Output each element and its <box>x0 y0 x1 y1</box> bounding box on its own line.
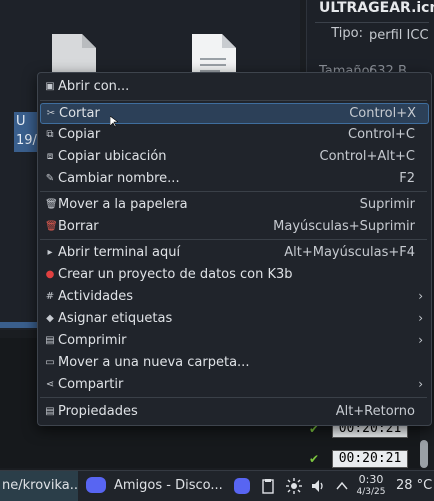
menu-item-cut[interactable]: ✂ Cortar Control+X <box>40 103 429 124</box>
open-with-icon: ▣ <box>45 81 55 92</box>
chevron-right-icon: › <box>418 377 423 391</box>
menu-separator <box>40 397 427 398</box>
properties-icon: ▤ <box>45 406 55 417</box>
clock[interactable]: 0:30 4/3/25 <box>354 473 388 498</box>
weather-temperature[interactable]: 28 °C <box>396 471 432 501</box>
rename-icon: ✎ <box>45 173 55 184</box>
share-icon: ⋖ <box>45 379 55 390</box>
chevron-up-icon[interactable] <box>334 478 350 494</box>
terminal-icon: ▸ <box>47 247 53 258</box>
mouse-cursor-icon <box>110 116 118 128</box>
menu-item-shortcut: Control+Alt+C <box>319 149 415 164</box>
menu-item-label: Borrar <box>58 219 99 234</box>
menu-item-compress[interactable]: ▤ Comprimir › <box>40 330 427 351</box>
task-terminal[interactable]: ne/krovika... <box>0 471 78 501</box>
task-terminal-label: ne/krovika... <box>2 478 78 493</box>
menu-item-share[interactable]: ⋖ Compartir › <box>40 374 427 395</box>
chevron-right-icon: › <box>418 289 423 303</box>
info-type-value: perfil ICC <box>369 28 429 43</box>
menu-item-open-terminal[interactable]: ▸ Abrir terminal aquí Alt+Mayúsculas+F4 <box>40 242 427 263</box>
menu-item-label: Crear un proyecto de datos con K3b <box>58 267 293 282</box>
chevron-right-icon: › <box>418 333 423 347</box>
info-divider <box>315 22 429 23</box>
menu-item-label: Abrir con... <box>58 79 130 94</box>
menu-item-k3b-project[interactable]: ● Crear un proyecto de datos con K3b <box>40 264 427 285</box>
menu-item-rename[interactable]: ✎ Cambiar nombre... F2 <box>40 168 427 189</box>
menu-item-copy-location[interactable]: ⧈ Copiar ubicación Control+Alt+C <box>40 146 427 167</box>
cut-icon: ✂ <box>46 108 56 119</box>
info-type-label: Tipo: <box>331 26 363 41</box>
info-file-title: ULTRAGEAR.icm <box>319 0 434 16</box>
taskbar: ne/krovika... Amigos - Disco... 0:30 4/3… <box>0 470 434 501</box>
menu-item-shortcut: Alt+Retorno <box>335 404 415 419</box>
discord-icon <box>86 476 106 493</box>
clock-time: 0:30 <box>358 473 384 486</box>
menu-item-properties[interactable]: ▤ Propiedades Alt+Retorno <box>40 401 427 422</box>
trash-icon: 🗑 <box>45 199 58 210</box>
menu-item-shortcut: Suprimir <box>359 197 415 212</box>
delete-icon: 🗑 <box>45 221 58 232</box>
folder-move-icon: ▭ <box>45 357 55 368</box>
menu-separator <box>40 100 427 101</box>
activities-icon: # <box>45 291 55 302</box>
compress-icon: ▤ <box>45 335 55 346</box>
menu-item-move-to-new-folder[interactable]: ▭ Mover a una nueva carpeta... <box>40 352 427 373</box>
menu-item-label: Mover a la papelera <box>58 197 188 212</box>
menu-item-label: Comprimir <box>58 333 127 348</box>
tag-icon: ◆ <box>46 313 54 324</box>
menu-item-copy[interactable]: ⧉ Copiar Control+C <box>40 124 427 145</box>
time-box: 00:20:21 <box>332 450 408 468</box>
menu-item-open-with[interactable]: ▣ Abrir con... <box>40 76 427 97</box>
task-discord[interactable]: Amigos - Disco... <box>86 471 223 501</box>
menu-separator <box>40 239 427 240</box>
chevron-right-icon: › <box>418 311 423 325</box>
brightness-icon[interactable] <box>286 478 302 494</box>
clock-date: 4/3/25 <box>356 487 386 497</box>
menu-item-shortcut: Mayúsculas+Suprimir <box>273 219 415 234</box>
menu-item-assign-tags[interactable]: ◆ Asignar etiquetas › <box>40 308 427 329</box>
menu-item-label: Cambiar nombre... <box>58 171 180 186</box>
k3b-icon: ● <box>45 269 55 280</box>
menu-item-delete[interactable]: 🗑 Borrar Mayúsculas+Suprimir <box>40 216 427 237</box>
menu-item-shortcut: Control+C <box>348 127 415 142</box>
menu-item-shortcut: F2 <box>399 171 415 186</box>
task-discord-label: Amigos - Disco... <box>114 478 223 493</box>
menu-item-shortcut: Alt+Mayúsculas+F4 <box>284 245 415 260</box>
copy-location-icon: ⧈ <box>46 151 54 162</box>
volume-icon[interactable] <box>310 478 326 494</box>
menu-item-label: Actividades <box>58 289 134 304</box>
menu-item-label: Copiar <box>58 127 101 142</box>
menu-item-label: Cortar <box>59 106 100 121</box>
menu-item-move-to-trash[interactable]: 🗑 Mover a la papelera Suprimir <box>40 194 427 215</box>
menu-item-label: Mover a una nueva carpeta... <box>58 355 250 370</box>
menu-item-shortcut: Control+X <box>349 106 416 121</box>
menu-item-label: Propiedades <box>58 404 138 419</box>
clipboard-icon[interactable] <box>260 478 276 494</box>
menu-item-label: Compartir <box>58 377 124 392</box>
menu-separator <box>40 191 427 192</box>
menu-item-activities[interactable]: # Actividades › <box>40 286 427 307</box>
check-icon: ✔ <box>309 452 320 466</box>
discord-tray-icon[interactable] <box>234 478 250 494</box>
menu-item-label: Copiar ubicación <box>58 149 167 164</box>
menu-item-label: Asignar etiquetas <box>58 311 173 326</box>
menu-item-label: Abrir terminal aquí <box>58 245 181 260</box>
context-menu: ▣ Abrir con... ✂ Cortar Control+X ⧉ Copi… <box>37 72 432 426</box>
terminal-scrollbar[interactable] <box>420 440 428 468</box>
copy-icon: ⧉ <box>46 129 54 140</box>
